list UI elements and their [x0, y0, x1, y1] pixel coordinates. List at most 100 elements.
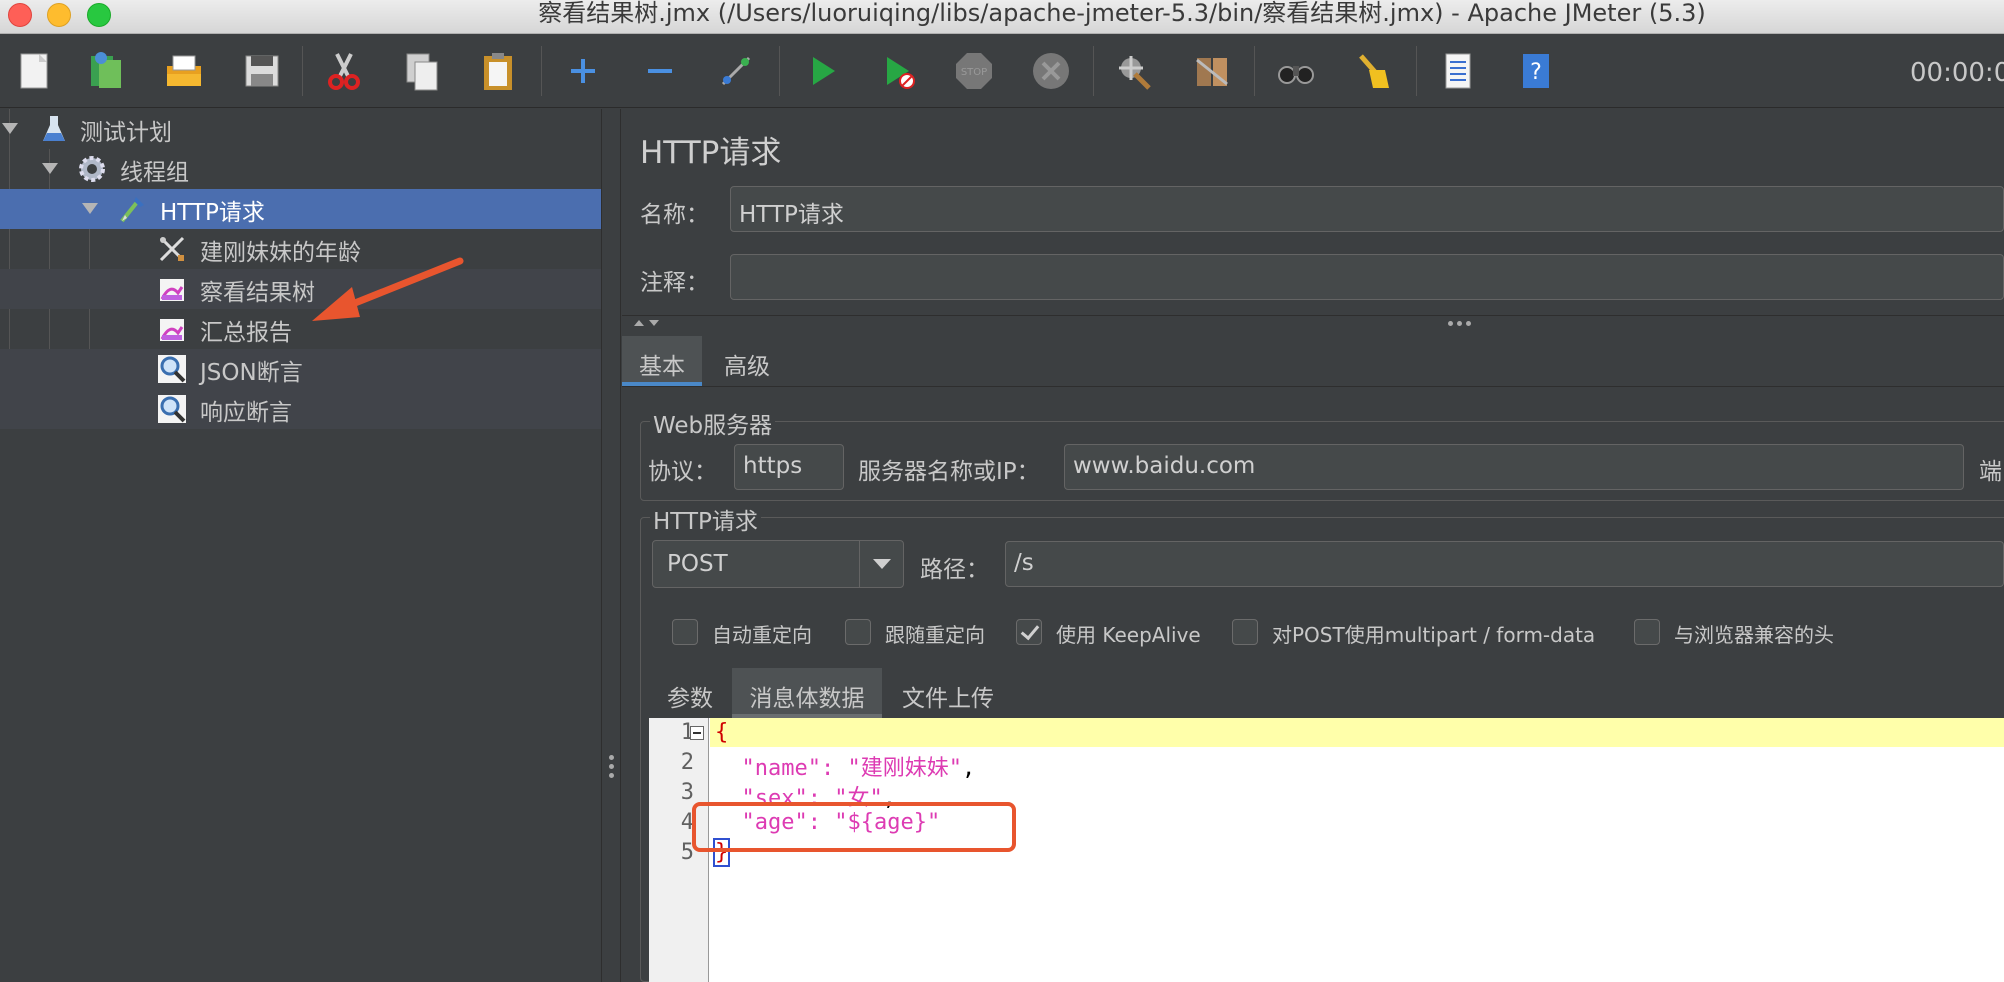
tree-item-label: 察看结果树 — [200, 280, 315, 306]
port-label: 端 — [1979, 459, 2002, 485]
tab-file-upload[interactable]: 文件上传 — [890, 668, 1006, 718]
json-value: "建刚妹妹" — [847, 756, 962, 781]
reset-search-icon[interactable] — [1346, 45, 1398, 97]
protocol-label: 协议： — [648, 459, 717, 485]
method-value: POST — [667, 551, 728, 577]
stop-icon[interactable]: STOP — [948, 45, 1000, 97]
panel-title: HTTP请求 — [640, 135, 782, 171]
test-plan-tree: 测试计划 线程组 HTTP请求 建刚妹妹的年龄 察看结果树 汇总报告 JSON断… — [0, 109, 601, 982]
divider-grip-dot — [609, 755, 614, 760]
toolbar-separator — [1093, 46, 1094, 96]
svg-text:STOP: STOP — [961, 67, 987, 78]
tree-item-label: HTTP请求 — [160, 200, 265, 226]
splitter-grip-dot — [1457, 321, 1462, 326]
tree-item-label: JSON断言 — [200, 360, 303, 386]
templates-icon[interactable] — [80, 45, 132, 97]
checkbox-label: 与浏览器兼容的头 — [1674, 623, 1834, 647]
name-label: 名称： — [640, 202, 709, 228]
toolbar: STOP ? 00:00:0 — [0, 34, 2004, 108]
path-label: 路径： — [920, 557, 989, 583]
line-number: 2 — [680, 750, 694, 775]
json-key: "name" — [741, 756, 821, 781]
function-helper-icon[interactable] — [1432, 45, 1484, 97]
tab-basic[interactable]: 基本 — [622, 336, 702, 386]
protocol-field[interactable]: https — [734, 444, 844, 490]
checkbox-label: 使用 KeepAlive — [1056, 623, 1201, 647]
divider-grip-dot — [609, 764, 614, 769]
new-icon[interactable] — [8, 45, 60, 97]
tab-underline — [622, 386, 2004, 387]
chevron-down-icon[interactable] — [859, 541, 903, 587]
test-plan-icon — [43, 116, 65, 141]
toolbar-separator — [541, 46, 542, 96]
copy-icon[interactable] — [396, 45, 448, 97]
code-line: "name": "建刚妹妹", — [715, 750, 976, 782]
clear-icon[interactable] — [1108, 45, 1160, 97]
tree-item-thread-group[interactable]: 线程组 — [0, 149, 601, 189]
annotation-arrow-icon — [312, 257, 464, 321]
current-line-highlight — [710, 718, 2004, 747]
tree-item-response-assertion[interactable]: 响应断言 — [0, 389, 601, 429]
tree-item-json-assertion[interactable]: JSON断言 — [0, 349, 601, 389]
web-server-group-title: Web服务器 — [650, 406, 776, 440]
window-title: 察看结果树.jmx (/Users/luoruiqing/libs/apache… — [538, 0, 1706, 27]
annotation-highlight-box — [692, 802, 1016, 852]
tree-item-label: 汇总报告 — [200, 320, 292, 346]
open-icon[interactable] — [158, 45, 210, 97]
start-icon[interactable] — [796, 45, 848, 97]
title-bar: 察看结果树.jmx (/Users/luoruiqing/libs/apache… — [0, 0, 2004, 34]
fold-toggle-icon[interactable] — [690, 726, 704, 740]
expand-arrow-icon[interactable] — [82, 203, 98, 214]
collapse-icon[interactable] — [634, 45, 686, 97]
checkbox-label: 跟随重定向 — [885, 623, 985, 647]
tree-item-test-plan[interactable]: 测试计划 — [0, 109, 601, 149]
start-no-pause-icon[interactable] — [872, 45, 924, 97]
name-field[interactable]: HTTP请求 — [730, 186, 2004, 232]
assertion-icon — [158, 395, 186, 423]
help-icon[interactable]: ? — [1510, 45, 1562, 97]
checkbox-box[interactable] — [1634, 619, 1660, 645]
expand-arrow-icon[interactable] — [42, 163, 58, 174]
method-select[interactable]: POST — [652, 540, 904, 588]
cut-icon[interactable] — [318, 45, 370, 97]
checkbox-box[interactable] — [845, 619, 871, 645]
divider-grip-dot — [609, 773, 614, 778]
code-line: { — [715, 720, 728, 745]
collapsible-splitter[interactable] — [622, 315, 2004, 329]
toolbar-separator — [779, 46, 780, 96]
thread-group-icon — [79, 156, 105, 182]
checkbox-box[interactable] — [1016, 619, 1042, 645]
expand-arrow-icon[interactable] — [2, 123, 18, 134]
search-icon[interactable] — [1270, 45, 1322, 97]
splitter-grip-dot — [1448, 321, 1453, 326]
preprocessor-icon — [159, 236, 185, 262]
tab-body-data[interactable]: 消息体数据 — [732, 668, 882, 718]
toolbar-separator — [1416, 46, 1417, 96]
shutdown-icon[interactable] — [1025, 45, 1077, 97]
tab-advanced[interactable]: 高级 — [712, 336, 782, 386]
collapse-arrows-icon[interactable] — [632, 318, 662, 328]
listener-icon — [160, 279, 184, 301]
save-icon[interactable] — [236, 45, 288, 97]
comment-label: 注释： — [640, 270, 709, 296]
tree-item-label: 线程组 — [120, 160, 189, 186]
path-field[interactable]: /s — [1005, 541, 2004, 587]
toolbar-separator — [1254, 46, 1255, 96]
tree-item-http-request[interactable]: HTTP请求 — [0, 189, 601, 229]
checkbox-box[interactable] — [1232, 619, 1258, 645]
splitter-grip-dot — [1466, 321, 1471, 326]
split-pane-divider[interactable] — [601, 109, 621, 982]
checkbox-box[interactable] — [672, 619, 698, 645]
checkbox-label: 自动重定向 — [712, 623, 812, 647]
tree-item-label: 响应断言 — [200, 400, 292, 426]
checkbox-label: 对POST使用multipart / form-data — [1272, 623, 1596, 647]
http-request-group-title: HTTP请求 — [650, 502, 761, 536]
clear-all-icon[interactable] — [1186, 45, 1238, 97]
line-number: 3 — [680, 780, 694, 805]
paste-icon[interactable] — [472, 45, 524, 97]
expand-icon[interactable] — [557, 45, 609, 97]
server-field[interactable]: www.baidu.com — [1064, 444, 1964, 490]
comment-field[interactable] — [730, 254, 2004, 300]
tab-parameters[interactable]: 参数 — [650, 668, 730, 718]
toggle-icon[interactable] — [710, 45, 762, 97]
